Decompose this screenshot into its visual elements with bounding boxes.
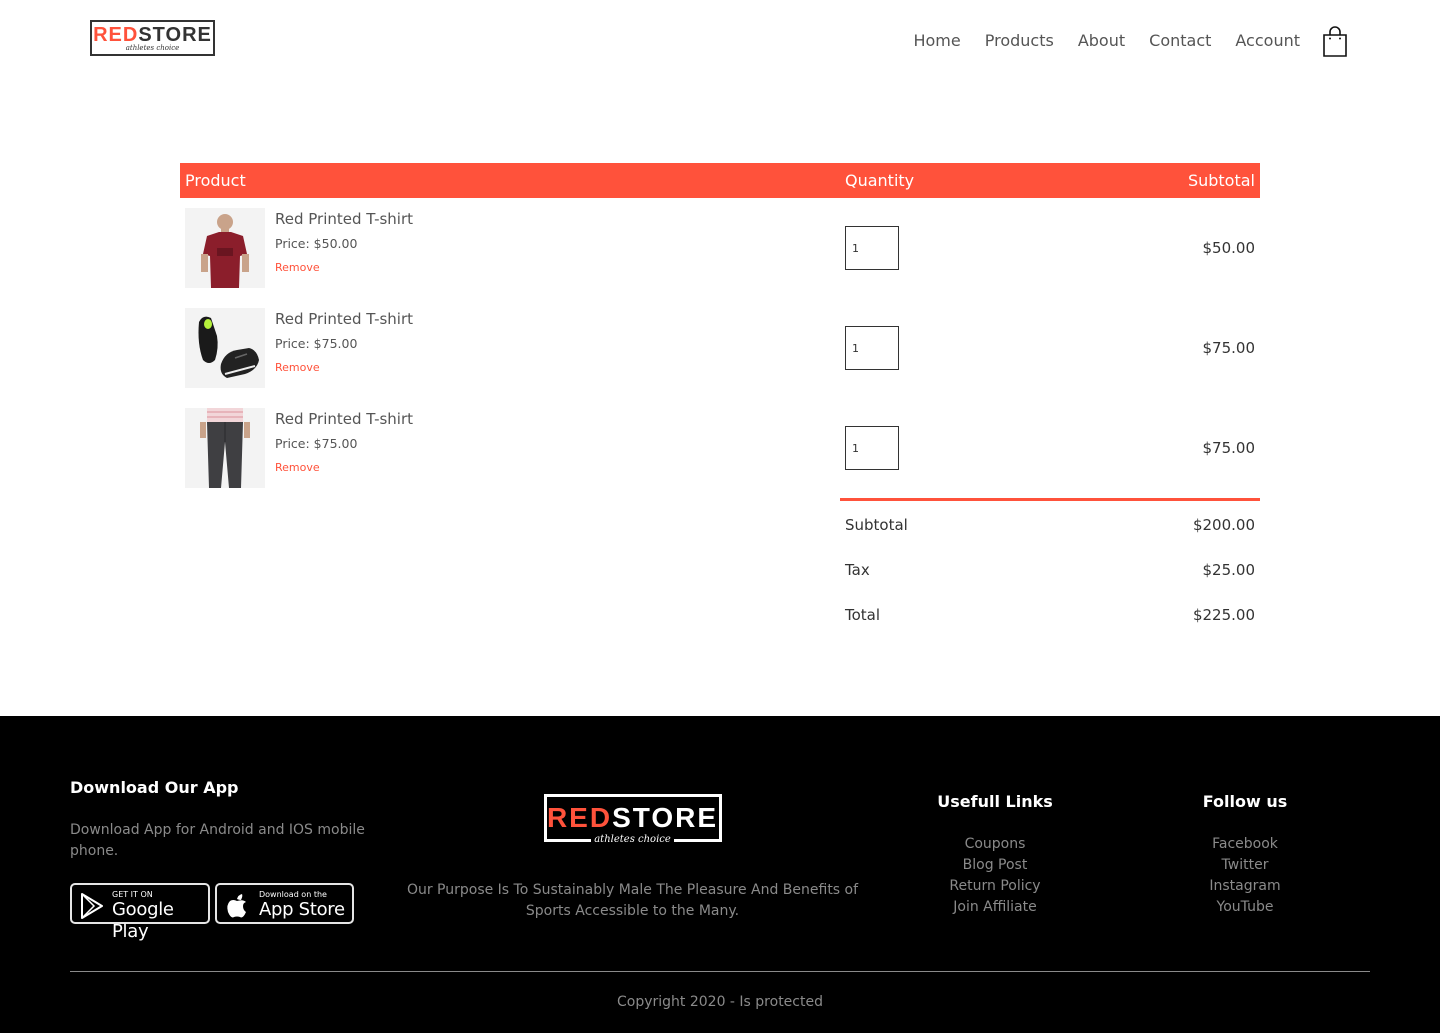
shopping-bag-icon[interactable]: [1322, 25, 1348, 57]
line-subtotal: $75.00: [1202, 439, 1256, 457]
product-image-black-sneakers[interactable]: [185, 308, 265, 388]
google-play-big: Google Play: [112, 899, 174, 942]
totals-row-total: Total $225.00: [840, 591, 1260, 636]
google-play-button[interactable]: GET IT ON Google Play: [70, 883, 210, 942]
totals-row-subtotal: Subtotal $200.00: [840, 501, 1260, 546]
cart-table: Product Quantity Subtotal Red Printed T-…: [180, 163, 1260, 624]
footer-useful-links: Usefull Links Coupons Blog Post Return P…: [895, 792, 1095, 918]
footer-link-blog-post[interactable]: Blog Post: [895, 855, 1095, 876]
nav-products[interactable]: Products: [985, 31, 1054, 51]
app-store-big: App Store: [259, 899, 345, 920]
logo-wordmark: REDSTORE: [93, 23, 212, 46]
totals-label: Subtotal: [845, 516, 908, 534]
product-price: Price: $50.00: [275, 236, 358, 251]
nav-home[interactable]: Home: [913, 31, 960, 51]
nav-account[interactable]: Account: [1235, 31, 1300, 51]
header-subtotal: Subtotal: [1187, 171, 1255, 190]
footer-link-twitter[interactable]: Twitter: [1145, 855, 1345, 876]
totals-row-tax: Tax $25.00: [840, 546, 1260, 591]
footer-divider: [70, 971, 1370, 972]
product-info: Red Printed T-shirt Price: $75.00 Remove: [275, 308, 413, 375]
cart-row: Red Printed T-shirt Price: $50.00 Remove…: [180, 198, 1260, 298]
brand-logo[interactable]: REDSTORE athletes choice: [90, 20, 215, 56]
product-name[interactable]: Red Printed T-shirt: [275, 408, 413, 430]
product-info: Red Printed T-shirt Price: $50.00 Remove: [275, 208, 413, 275]
quantity-input[interactable]: [845, 226, 899, 270]
quantity-input[interactable]: [845, 426, 899, 470]
footer-follow-title: Follow us: [1202, 792, 1288, 811]
totals-value: $200.00: [1192, 516, 1255, 534]
cart-row: Red Printed T-shirt Price: $75.00 Remove…: [180, 398, 1260, 498]
remove-link[interactable]: Remove: [275, 361, 413, 375]
footer-link-facebook[interactable]: Facebook: [1145, 834, 1345, 855]
nav-contact[interactable]: Contact: [1149, 31, 1211, 51]
cart-table-header: Product Quantity Subtotal: [180, 163, 1260, 198]
product-name[interactable]: Red Printed T-shirt: [275, 208, 413, 230]
footer-link-instagram[interactable]: Instagram: [1145, 876, 1345, 897]
footer-link-coupons[interactable]: Coupons: [895, 834, 1095, 855]
totals-value: $25.00: [1202, 561, 1256, 579]
footer-copyright: Copyright 2020 - Is protected: [616, 994, 823, 1010]
header-product: Product: [185, 171, 246, 190]
google-play-small: GET IT ON: [112, 890, 153, 899]
app-store-button[interactable]: Download on the App Store: [215, 883, 354, 924]
footer-link-youtube[interactable]: YouTube: [1145, 897, 1345, 918]
line-subtotal: $50.00: [1202, 239, 1256, 257]
cart-row: Red Printed T-shirt Price: $75.00 Remove…: [180, 298, 1260, 398]
footer-app-text: Download App for Android and IOS mobile …: [70, 822, 365, 859]
footer-link-join-affiliate[interactable]: Join Affiliate: [895, 897, 1095, 918]
footer-logo-wordmark: REDSTORE: [546, 802, 719, 833]
footer-brand: REDSTORE athletes choice Our Purpose Is …: [405, 794, 860, 922]
footer-link-return-policy[interactable]: Return Policy: [895, 876, 1095, 897]
navbar: REDSTORE athletes choice Home Products A…: [0, 0, 1440, 90]
logo-tagline: athletes choice: [125, 43, 180, 52]
footer-logo-tagline: athletes choice: [591, 834, 674, 846]
remove-link[interactable]: Remove: [275, 461, 413, 475]
app-store-small: Download on the: [259, 890, 327, 899]
product-info: Red Printed T-shirt Price: $75.00 Remove: [275, 408, 413, 475]
footer-links-title: Usefull Links: [937, 792, 1053, 811]
footer-app-title: Download Our App: [70, 778, 239, 797]
product-name[interactable]: Red Printed T-shirt: [275, 308, 413, 330]
footer-follow-us: Follow us Facebook Twitter Instagram You…: [1145, 792, 1345, 918]
header-quantity: Quantity: [845, 171, 915, 190]
footer-download-app: Download Our App Download App for Androi…: [70, 778, 380, 942]
google-play-icon: [81, 893, 103, 919]
footer-purpose: Our Purpose Is To Sustainably Male The P…: [406, 882, 859, 919]
quantity-input[interactable]: [845, 326, 899, 370]
remove-link[interactable]: Remove: [275, 261, 413, 275]
app-store-badges: GET IT ON Google Play Download on the Ap…: [70, 883, 380, 942]
product-price: Price: $75.00: [275, 336, 358, 351]
cart-totals: Subtotal $200.00 Tax $25.00 Total $225.0…: [840, 498, 1260, 636]
totals-label: Tax: [845, 561, 870, 579]
main-nav: Home Products About Contact Account: [889, 31, 1300, 51]
totals-label: Total: [845, 606, 881, 624]
totals-value: $225.00: [1192, 606, 1255, 624]
product-image-red-tshirt[interactable]: [185, 208, 265, 288]
product-price: Price: $75.00: [275, 436, 358, 451]
nav-about[interactable]: About: [1078, 31, 1125, 51]
product-image-grey-joggers[interactable]: [185, 408, 265, 488]
line-subtotal: $75.00: [1202, 339, 1256, 357]
footer: Download Our App Download App for Androi…: [0, 716, 1440, 1033]
footer-logo[interactable]: REDSTORE athletes choice: [543, 794, 722, 846]
apple-icon: [227, 894, 246, 918]
